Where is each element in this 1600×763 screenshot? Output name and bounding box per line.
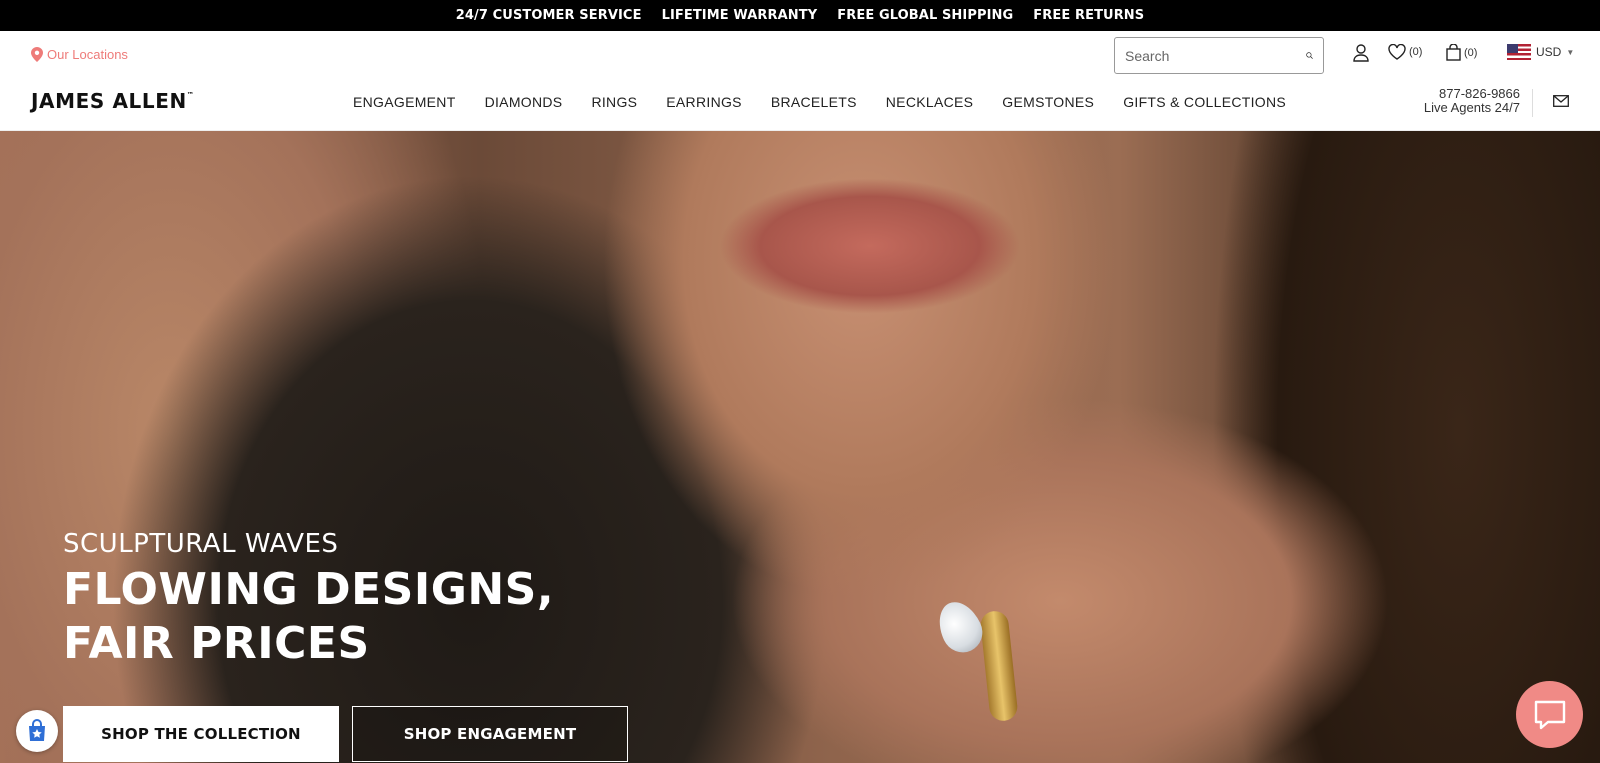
hero-banner: SCULPTURAL WAVES FLOWING DESIGNS, FAIR P…	[0, 131, 1600, 763]
hero-gold-ring	[979, 609, 1019, 723]
wishlist-count: (0)	[1409, 46, 1423, 58]
us-flag-icon	[1507, 44, 1531, 60]
nav-engagement[interactable]: ENGAGEMENT	[353, 94, 456, 110]
nav-diamonds[interactable]: DIAMONDS	[485, 94, 563, 110]
currency-selector[interactable]: USD ▼	[1507, 44, 1574, 60]
nav-gemstones[interactable]: GEMSTONES	[1002, 94, 1094, 110]
phone-number: 877-826-9866	[1439, 86, 1520, 101]
hero-eyebrow: SCULPTURAL WAVES	[63, 529, 339, 559]
shopping-bag-icon	[1446, 44, 1461, 61]
user-icon	[1353, 44, 1369, 62]
utility-row: Our Locations (0) (0) USD ▼	[0, 31, 1600, 77]
cart-count: (0)	[1464, 46, 1478, 59]
logo-text: JAMES ALLEN	[31, 89, 187, 113]
promo-item-service[interactable]: 24/7 CUSTOMER SERVICE	[456, 8, 642, 23]
hero-headline: FLOWING DESIGNS, FAIR PRICES	[63, 563, 554, 671]
shopping-bag-star-icon	[29, 719, 45, 741]
nav-rings[interactable]: RINGS	[591, 94, 637, 110]
chat-button[interactable]	[1516, 681, 1583, 748]
shop-widget-button[interactable]	[16, 710, 58, 752]
nav-bracelets[interactable]: BRACELETS	[771, 94, 857, 110]
promo-item-shipping[interactable]: FREE GLOBAL SHIPPING	[837, 8, 1013, 23]
header-divider	[1532, 89, 1533, 117]
search-box	[1114, 37, 1324, 74]
chat-icon	[1534, 700, 1565, 729]
hero-diamond	[930, 594, 990, 660]
map-pin-icon	[31, 47, 43, 62]
chevron-down-icon: ▼	[1566, 47, 1575, 57]
wishlist-button[interactable]: (0)	[1388, 44, 1422, 60]
our-locations-label: Our Locations	[47, 47, 128, 62]
cart-button[interactable]: (0)	[1446, 44, 1477, 61]
shop-collection-button[interactable]: SHOP THE COLLECTION	[63, 706, 339, 762]
main-nav: ENGAGEMENT DIAMONDS RINGS EARRINGS BRACE…	[353, 94, 1315, 110]
main-header: JAMES ALLEN™ ENGAGEMENT DIAMONDS RINGS E…	[0, 77, 1600, 131]
currency-label: USD	[1536, 45, 1562, 59]
nav-earrings[interactable]: EARRINGS	[666, 94, 742, 110]
hero-text: SCULPTURAL WAVES FLOWING DESIGNS, FAIR P…	[63, 529, 554, 671]
hero-headline-line1: FLOWING DESIGNS,	[63, 564, 555, 615]
account-button[interactable]	[1353, 44, 1369, 62]
shop-engagement-button[interactable]: SHOP ENGAGEMENT	[352, 706, 628, 762]
logo[interactable]: JAMES ALLEN™	[31, 89, 194, 113]
our-locations-link[interactable]: Our Locations	[31, 47, 128, 62]
promo-bar: 24/7 CUSTOMER SERVICE LIFETIME WARRANTY …	[0, 0, 1600, 31]
mail-icon[interactable]	[1553, 95, 1569, 107]
phone-note: Live Agents 24/7	[1423, 100, 1520, 115]
nav-necklaces[interactable]: NECKLACES	[886, 94, 974, 110]
contact-phone[interactable]: 877-826-9866 Live Agents 24/7	[1424, 87, 1520, 115]
heart-icon	[1388, 44, 1406, 60]
logo-trademark: ™	[186, 91, 195, 99]
hero-headline-line2: FAIR PRICES	[63, 618, 370, 669]
promo-item-returns[interactable]: FREE RETURNS	[1033, 8, 1144, 23]
search-input[interactable]	[1125, 47, 1306, 64]
search-icon[interactable]	[1306, 47, 1313, 64]
promo-item-warranty[interactable]: LIFETIME WARRANTY	[662, 8, 818, 23]
nav-gifts-collections[interactable]: GIFTS & COLLECTIONS	[1123, 94, 1286, 110]
